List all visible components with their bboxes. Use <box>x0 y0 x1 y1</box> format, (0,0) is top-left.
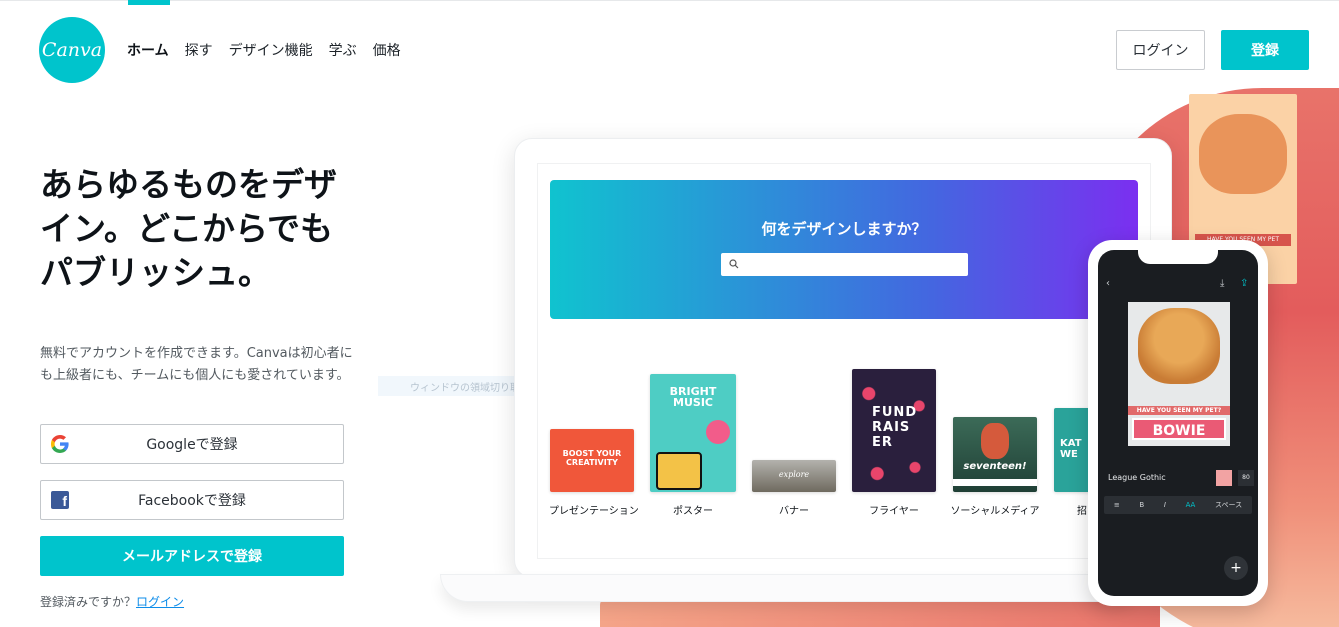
already-login-link[interactable]: ログイン <box>136 595 184 609</box>
phone-notch <box>1138 250 1218 264</box>
header-login-button[interactable]: ログイン <box>1116 30 1205 70</box>
person-illustration <box>981 423 1009 459</box>
drum-illustration <box>656 452 702 490</box>
social-thumb-subbar <box>953 479 1037 486</box>
font-size[interactable]: 80 <box>1238 470 1254 486</box>
already-registered-text: 登録済みですか？ <box>40 595 137 609</box>
download-icon[interactable]: ⤓ <box>1220 278 1224 289</box>
phone-mockup: ‹ ⤓ ⇪ HAVE YOU SEEN MY PET? BOWIE League… <box>1088 240 1268 606</box>
spacing-tool[interactable]: スペース <box>1215 500 1242 510</box>
nav-item-pricing[interactable]: 価格 <box>373 40 401 60</box>
presentation-thumb-text: BOOST YOUR CREATIVITY <box>562 449 622 467</box>
template-poster[interactable]: BRIGHT MUSIC <box>650 374 736 492</box>
banner-thumb-text: explore <box>778 470 810 479</box>
header-signup-button[interactable]: 登録 <box>1221 30 1309 70</box>
facebook-icon: f <box>51 491 69 509</box>
template-poster-label: ポスター <box>673 506 713 517</box>
design-search-banner: 何をデザインしますか？ <box>550 180 1138 319</box>
google-signup-button[interactable]: Googleで登録 <box>40 424 344 464</box>
back-arrow-icon[interactable]: ‹ <box>1106 278 1110 289</box>
nav-item-home[interactable]: ホーム <box>127 40 169 60</box>
share-icon[interactable]: ⇪ <box>1240 278 1248 289</box>
dog-photo <box>1138 308 1220 384</box>
template-social-media-label: ソーシャルメディア <box>950 506 1040 517</box>
poster-subtitle: HAVE YOU SEEN MY PET? <box>1128 406 1230 415</box>
case-toggle[interactable]: AA <box>1186 501 1196 509</box>
font-name[interactable]: League Gothic <box>1108 473 1166 482</box>
nav-item-explore[interactable]: 探す <box>185 40 213 60</box>
google-signup-label: Googleで登録 <box>146 437 238 453</box>
email-signup-button[interactable]: メールアドレスで登録 <box>40 536 344 576</box>
design-search-input[interactable] <box>721 253 968 276</box>
main-nav: ホーム 探す デザイン機能 学ぶ 価格 <box>127 40 401 60</box>
align-icon[interactable]: ≡ <box>1114 501 1120 509</box>
google-icon <box>51 435 69 453</box>
add-button[interactable]: + <box>1224 556 1248 580</box>
social-thumb-text: seventeen! <box>963 461 1027 472</box>
facebook-signup-label: Facebookで登録 <box>138 493 246 509</box>
nav-item-learn[interactable]: 学ぶ <box>329 40 357 60</box>
already-registered: 登録済みですか？ログイン <box>40 593 184 610</box>
phone-screen: ‹ ⤓ ⇪ HAVE YOU SEEN MY PET? BOWIE League… <box>1098 250 1258 596</box>
dog-illustration <box>1199 114 1287 194</box>
design-question: 何をデザインしますか？ <box>761 220 927 238</box>
top-border <box>0 0 1339 1</box>
template-social-media[interactable]: seventeen! <box>953 417 1037 492</box>
color-swatch[interactable] <box>1216 470 1232 486</box>
laptop-base <box>440 574 1140 602</box>
template-invitation-label: 招 <box>1077 506 1087 517</box>
hero-description: 無料でアカウントを作成できます。Canvaは初心者にも上級者にも、チームにも個人… <box>40 346 353 383</box>
template-banner-label: バナー <box>779 506 809 517</box>
logo-text: Canva <box>41 39 103 61</box>
template-banner[interactable]: explore <box>752 460 836 492</box>
poster-name: BOWIE <box>1132 418 1226 440</box>
phone-design-canvas[interactable]: HAVE YOU SEEN MY PET? BOWIE <box>1128 302 1230 446</box>
template-presentation[interactable]: BOOST YOUR CREATIVITY <box>550 429 634 492</box>
search-icon <box>729 259 739 269</box>
poster-circle <box>706 420 730 444</box>
phone-topbar: ‹ ⤓ ⇪ <box>1098 272 1258 300</box>
poster-thumb-text: BRIGHT MUSIC <box>669 385 717 409</box>
active-nav-indicator <box>128 0 170 5</box>
text-tools: ≡ B I AA スペース <box>1104 496 1252 514</box>
italic-icon[interactable]: I <box>1164 501 1166 509</box>
canva-logo[interactable]: Canva <box>39 17 105 83</box>
facebook-signup-button[interactable]: f Facebookで登録 <box>40 480 344 520</box>
font-toolbar: League Gothic 80 <box>1106 470 1256 486</box>
bold-icon[interactable]: B <box>1139 501 1144 509</box>
hero-title: あらゆるものをデザイン。どこからでもパブリッシュ。 <box>40 165 337 292</box>
template-presentation-label: プレゼンテーション <box>549 506 639 517</box>
template-flyer-label: フライヤー <box>869 506 919 517</box>
template-flyer[interactable]: FUND RAIS ER <box>852 369 936 492</box>
flyer-thumb-text: FUND RAIS ER <box>872 405 918 450</box>
nav-item-features[interactable]: デザイン機能 <box>229 40 313 60</box>
